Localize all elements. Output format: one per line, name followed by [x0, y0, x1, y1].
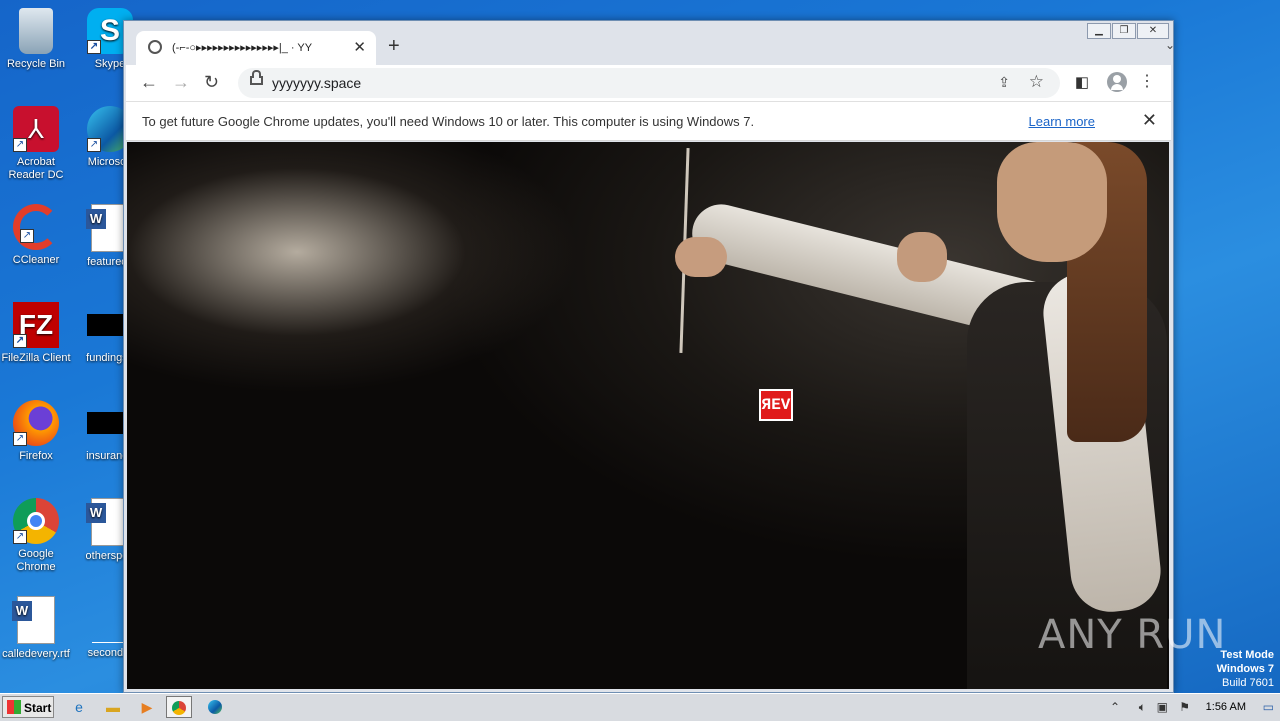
- back-button[interactable]: ←: [140, 72, 158, 93]
- globe-icon: [148, 40, 162, 54]
- infobar-close-icon[interactable]: ✕: [1142, 110, 1157, 131]
- desktop-icon-acrobat[interactable]: ⅄ ↗ Acrobat Reader DC: [0, 106, 72, 182]
- filezilla-icon: FZ ↗: [13, 302, 59, 348]
- browser-toolbar: ← → ↻ ⇪ ☆ ◧ ⋮: [126, 65, 1171, 101]
- windows-flag-icon: [7, 700, 21, 714]
- tab-close-icon[interactable]: ✕: [353, 38, 366, 56]
- anyrun-watermark: ANY RUN: [1038, 612, 1226, 658]
- infobar-message: To get future Google Chrome updates, you…: [142, 114, 755, 129]
- video-figure-hand: [675, 237, 727, 277]
- test-mode-line3: Build 7601: [1222, 677, 1274, 689]
- desktop-icon-firefox[interactable]: ↗ Firefox: [0, 400, 72, 463]
- taskbar: Start e ▬ ▶ ⌃ 🔈︎ ▣ ⚑ 1:56 AM ▭: [0, 693, 1280, 721]
- forward-button[interactable]: →: [172, 72, 190, 93]
- anyrun-text: ANY RUN: [1038, 612, 1227, 658]
- desktop-icon-google-chrome[interactable]: ↗ Google Chrome: [0, 498, 72, 574]
- show-desktop-button[interactable]: ▭: [1263, 700, 1274, 714]
- url-input[interactable]: [270, 74, 974, 92]
- menu-kebab-icon[interactable]: ⋮: [1139, 71, 1155, 91]
- tab-title: (-⌐-○▸▸▸▸▸▸▸▸▸▸▸▸▸▸▸|_ · YY: [172, 42, 313, 54]
- desktop-icon-label: Acrobat Reader DC: [8, 156, 64, 181]
- action-center-flag-icon[interactable]: ⚑: [1179, 700, 1190, 714]
- video-figure-hand: [897, 232, 947, 282]
- acrobat-icon: ⅄ ↗: [13, 106, 59, 152]
- side-panel-icon[interactable]: ◧: [1075, 73, 1089, 91]
- lock-icon[interactable]: [250, 70, 263, 85]
- desktop-icon-label: calledevery.rtf: [2, 648, 70, 660]
- taskbar-ie-icon[interactable]: e: [66, 696, 92, 718]
- reload-button[interactable]: ↻: [204, 72, 219, 93]
- clock[interactable]: 1:56 AM: [1206, 701, 1246, 713]
- desktop-icon-calledevery[interactable]: W calledevery.rtf: [0, 596, 72, 661]
- bookmark-star-icon[interactable]: ☆: [1029, 72, 1044, 92]
- tab-strip: (-⌐-○▸▸▸▸▸▸▸▸▸▸▸▸▸▸▸|_ · YY ✕ + ⌄: [126, 31, 1175, 65]
- start-label: Start: [24, 701, 52, 715]
- share-icon[interactable]: ⇪: [998, 74, 1010, 91]
- test-mode-line1: Test Mode: [1220, 649, 1274, 661]
- desktop-icon-label: CCleaner: [12, 254, 60, 266]
- taskbar-media-player-icon[interactable]: ▶: [134, 696, 160, 718]
- taskbar-chrome-icon[interactable]: [166, 696, 192, 718]
- desktop-icon-ccleaner[interactable]: ↗ CCleaner: [0, 204, 72, 267]
- word-document-icon: W: [12, 596, 55, 644]
- show-hidden-icons-chevron-icon[interactable]: ⌃: [1110, 700, 1120, 714]
- test-mode-label: Test Mode Windows 7 Build 7601: [1217, 648, 1274, 690]
- profile-avatar-icon[interactable]: [1107, 72, 1127, 92]
- tab-search-chevron-icon[interactable]: ⌄: [1165, 38, 1175, 52]
- desktop-icon-recycle-bin[interactable]: Recycle Bin: [0, 8, 72, 71]
- firefox-icon: ↗: [13, 400, 59, 446]
- start-button[interactable]: Start: [2, 696, 54, 718]
- recycle-bin-icon: [19, 8, 53, 54]
- desktop-icon-label: Skype: [94, 58, 126, 70]
- rev-badge[interactable]: ЯEV: [759, 389, 793, 421]
- taskbar-edge-icon[interactable]: [202, 696, 228, 718]
- browser-window: ▁ ❐ ✕ (-⌐-○▸▸▸▸▸▸▸▸▸▸▸▸▸▸▸|_ · YY ✕ + ⌄ …: [123, 20, 1175, 693]
- desktop-icon-label: Recycle Bin: [6, 58, 66, 70]
- chrome-icon: ↗: [13, 498, 59, 544]
- video-content[interactable]: ЯEV: [127, 142, 1169, 689]
- desktop-icon-label: FileZilla Client: [1, 352, 71, 364]
- address-bar[interactable]: ⇪ ☆: [238, 68, 1060, 98]
- network-icon[interactable]: ▣: [1157, 700, 1168, 714]
- video-figure-head: [997, 142, 1107, 262]
- new-tab-button[interactable]: +: [388, 35, 400, 58]
- ccleaner-icon: ↗: [13, 204, 59, 250]
- volume-icon[interactable]: 🔈︎: [1139, 700, 1146, 715]
- taskbar-explorer-icon[interactable]: ▬: [100, 696, 126, 718]
- desktop-icon-label: Firefox: [19, 450, 53, 462]
- desktop-icon-filezilla[interactable]: FZ ↗ FileZilla Client: [0, 302, 72, 365]
- tab-active[interactable]: (-⌐-○▸▸▸▸▸▸▸▸▸▸▸▸▸▸▸|_ · YY ✕: [136, 31, 376, 65]
- desktop-icon-label: Google Chrome: [16, 548, 56, 573]
- test-mode-line2: Windows 7: [1216, 663, 1274, 675]
- update-infobar: To get future Google Chrome updates, you…: [126, 101, 1171, 141]
- learn-more-link[interactable]: Learn more: [1029, 114, 1095, 129]
